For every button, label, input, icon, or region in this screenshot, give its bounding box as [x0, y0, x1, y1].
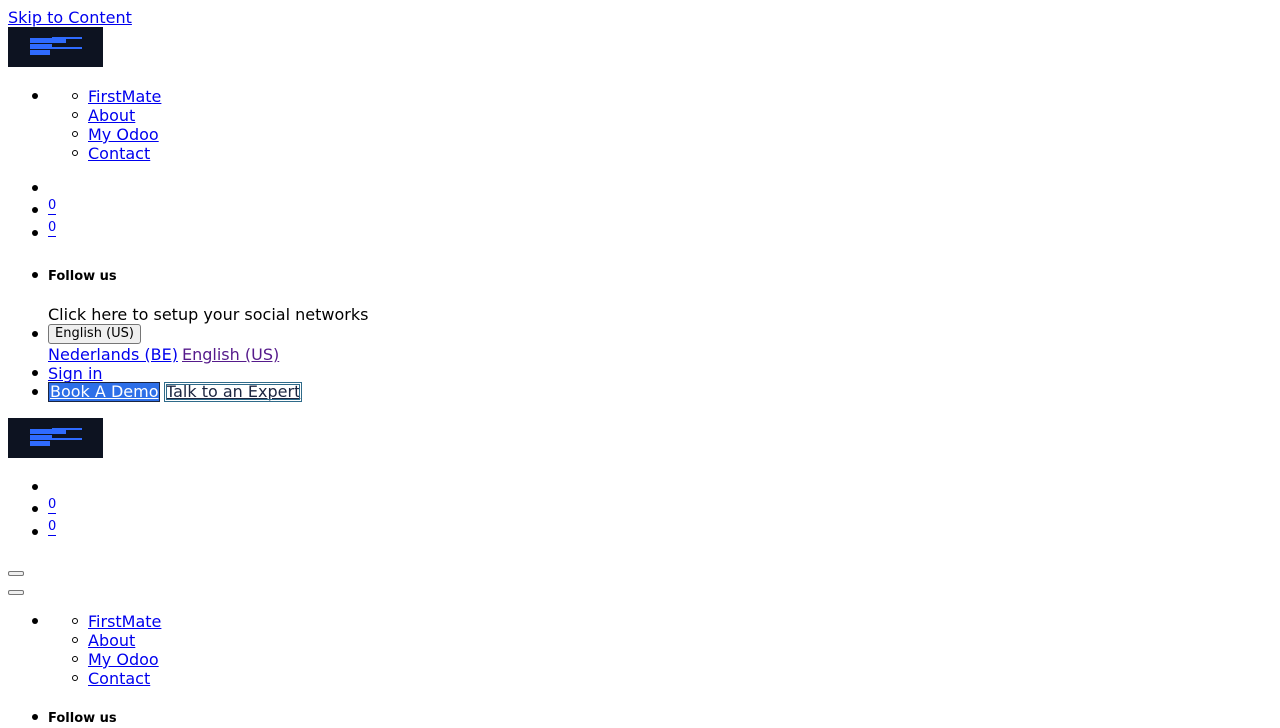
- list-bullet: [32, 370, 38, 376]
- mobile-social-heading: Follow us: [48, 711, 117, 726]
- social-heading: Follow us: [48, 269, 117, 284]
- nav-item-about[interactable]: About: [88, 106, 135, 125]
- list-bullet: [72, 618, 78, 624]
- talk-to-expert-button[interactable]: Talk to an Expert: [164, 382, 303, 402]
- mobile-nav-item-my-odoo[interactable]: My Odoo: [88, 650, 159, 669]
- list-bullet: [32, 618, 38, 624]
- mobile-nav-item-contact[interactable]: Contact: [88, 669, 150, 688]
- list-bullet: [32, 714, 38, 720]
- list-bullet: [72, 112, 78, 118]
- nav-item-my-odoo[interactable]: My Odoo: [88, 125, 159, 144]
- book-demo-button[interactable]: Book A Demo: [48, 382, 161, 402]
- list-bullet: [32, 185, 38, 191]
- cart-count-link[interactable]: 0: [48, 199, 57, 215]
- list-bullet: [32, 272, 38, 278]
- logo[interactable]: [8, 27, 103, 67]
- list-bullet: [32, 389, 38, 395]
- list-bullet: [72, 150, 78, 156]
- list-bullet: [32, 207, 38, 213]
- list-bullet: [72, 93, 78, 99]
- mobile-cart-count-link[interactable]: 0: [48, 498, 57, 514]
- list-bullet: [32, 484, 38, 490]
- list-bullet: [32, 93, 38, 99]
- list-bullet: [72, 637, 78, 643]
- mobile-nav-item-about[interactable]: About: [88, 631, 135, 650]
- nav-item-firstmate[interactable]: FirstMate: [88, 87, 161, 106]
- nav-item-contact[interactable]: Contact: [88, 144, 150, 163]
- list-bullet: [32, 529, 38, 535]
- mobile-menu-close-button[interactable]: [8, 590, 24, 595]
- mobile-nav-item-firstmate[interactable]: FirstMate: [88, 612, 161, 631]
- language-option-nl-be[interactable]: Nederlands (BE): [48, 345, 178, 364]
- mobile-logo[interactable]: [8, 418, 103, 458]
- list-bullet: [32, 506, 38, 512]
- language-dropdown-button[interactable]: English (US): [48, 324, 141, 344]
- list-bullet: [72, 656, 78, 662]
- wishlist-count-link[interactable]: 0: [48, 221, 57, 237]
- list-bullet: [72, 675, 78, 681]
- sign-in-link[interactable]: Sign in: [48, 364, 103, 383]
- language-option-en-us[interactable]: English (US): [182, 345, 279, 364]
- mobile-menu-toggle-button[interactable]: [8, 571, 24, 576]
- list-bullet: [32, 331, 38, 337]
- social-setup-text: Click here to setup your social networks: [48, 305, 369, 324]
- skip-to-content-link[interactable]: Skip to Content: [8, 8, 132, 27]
- list-bullet: [32, 230, 38, 236]
- mobile-wishlist-count-link[interactable]: 0: [48, 520, 57, 536]
- list-bullet: [72, 131, 78, 137]
